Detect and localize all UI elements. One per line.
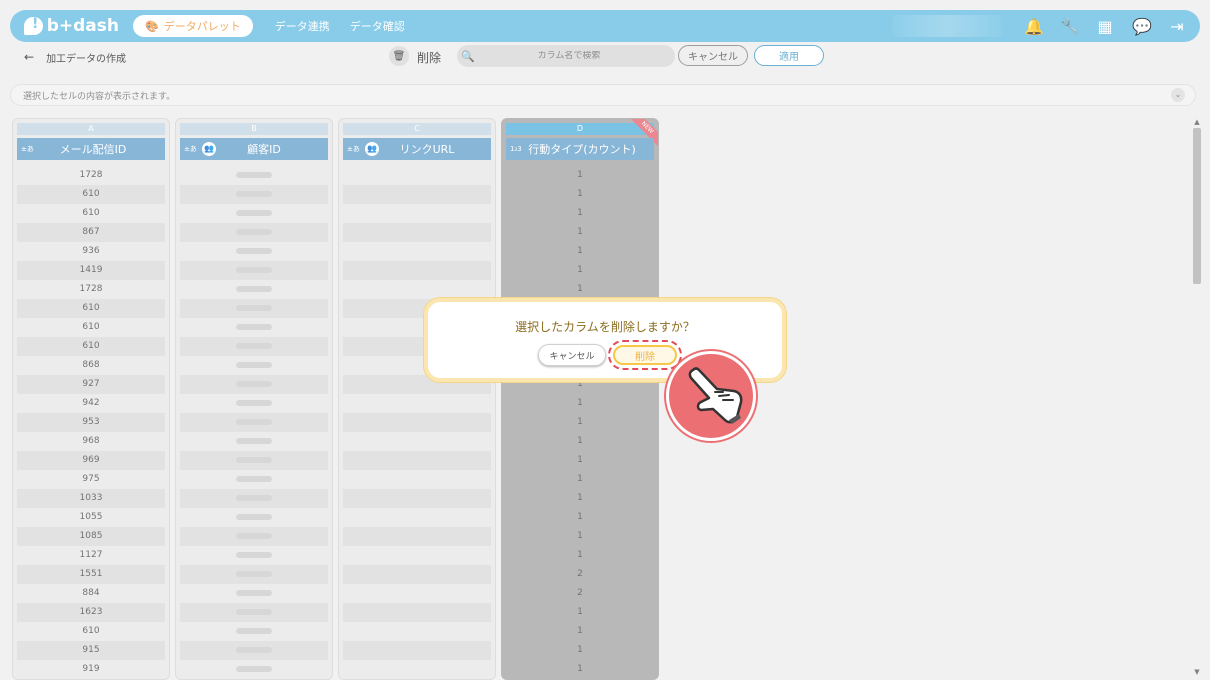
dialog-delete-button[interactable]: 削除 [613, 345, 677, 365]
dialog-cancel-button[interactable]: キャンセル [538, 344, 606, 366]
pointing-hand-icon [688, 367, 743, 424]
dialog-message: 選択したカラムを削除しますか？ [515, 320, 695, 334]
tutorial-pointer [666, 351, 756, 441]
